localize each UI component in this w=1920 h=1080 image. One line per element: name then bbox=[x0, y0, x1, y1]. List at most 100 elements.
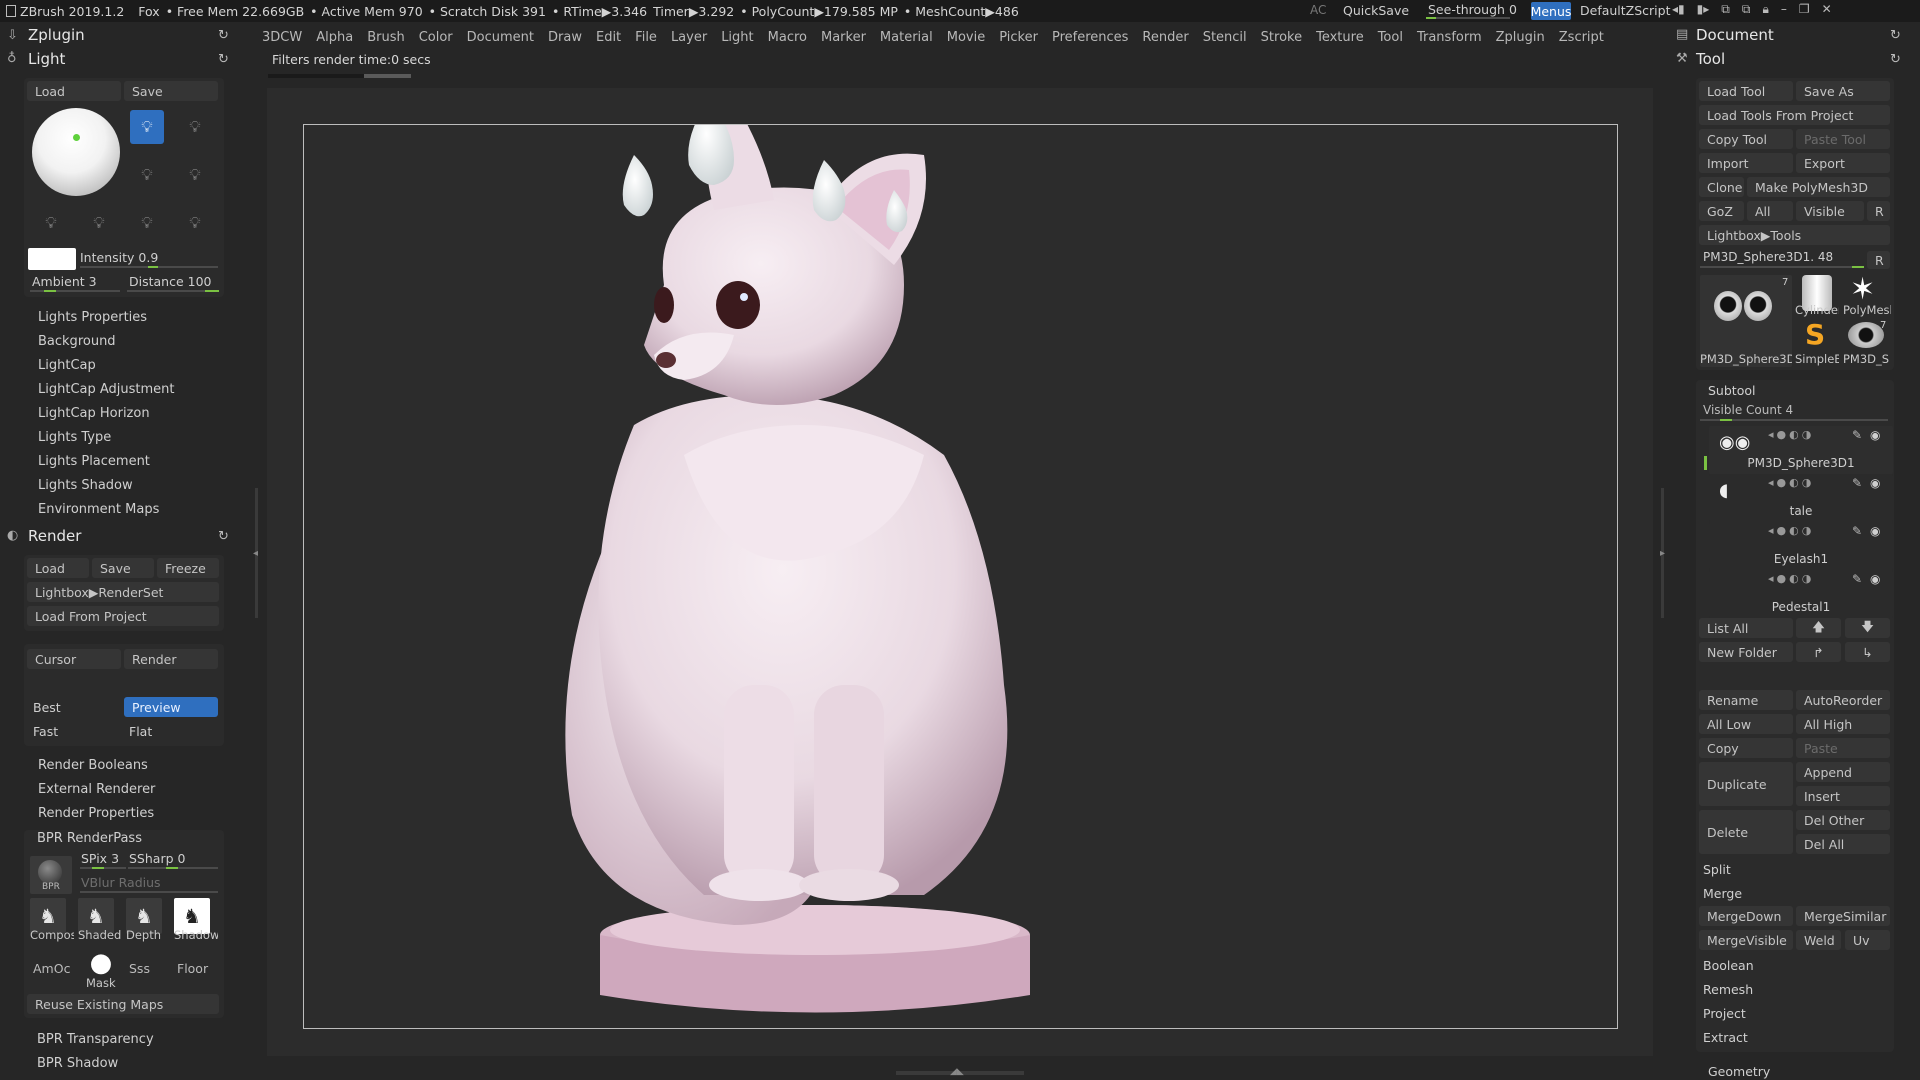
menu-layer[interactable]: Layer bbox=[671, 30, 707, 45]
mask-pass-thumb[interactable]: ● bbox=[84, 946, 118, 980]
render-subpalette-item[interactable]: External Renderer bbox=[38, 782, 155, 797]
spix-slider[interactable]: SPix 3 bbox=[81, 851, 119, 866]
visibility-eye-icon[interactable]: ◉ bbox=[1870, 428, 1880, 442]
copy-button[interactable]: Copy bbox=[1699, 738, 1793, 758]
render-load-button[interactable]: Load bbox=[27, 558, 89, 578]
layout-d-icon[interactable]: ⧉ bbox=[1742, 2, 1751, 20]
render-subpalette-item[interactable]: Render Properties bbox=[38, 806, 154, 821]
document-header[interactable]: Document bbox=[1696, 26, 1774, 44]
light-subpalette-item[interactable]: Background bbox=[38, 334, 116, 349]
boolean-header[interactable]: Boolean bbox=[1703, 958, 1754, 973]
append-button[interactable]: Append bbox=[1796, 762, 1890, 782]
tool-r-button[interactable]: R bbox=[1867, 251, 1890, 269]
mergedown-button[interactable]: MergeDown bbox=[1699, 906, 1793, 926]
geometry-header[interactable]: Geometry bbox=[1708, 1064, 1770, 1079]
zplugin-header[interactable]: Zplugin bbox=[28, 26, 85, 44]
zplugin-refresh-icon[interactable]: ↻ bbox=[218, 28, 229, 43]
lightbox-renderset-button[interactable]: Lightbox▶RenderSet bbox=[27, 582, 219, 602]
light-bulb-icon[interactable]: 💡︎ bbox=[178, 158, 212, 192]
goz-r-button[interactable]: R bbox=[1867, 201, 1890, 221]
extract-header[interactable]: Extract bbox=[1703, 1030, 1748, 1045]
visibility-eye-icon[interactable]: ◉ bbox=[1870, 476, 1880, 490]
layout-c-icon[interactable]: ⧉ bbox=[1721, 2, 1730, 20]
maximize-icon[interactable]: ❐ bbox=[1799, 2, 1810, 20]
ambient-slider[interactable]: Ambient 3 bbox=[32, 274, 97, 289]
tool-header[interactable]: Tool bbox=[1696, 50, 1725, 68]
bpr-renderpass-header[interactable]: BPR RenderPass bbox=[37, 831, 142, 846]
collapse-left-icon[interactable]: ◂ bbox=[253, 548, 258, 559]
menu-material[interactable]: Material bbox=[880, 30, 933, 45]
menu-edit[interactable]: Edit bbox=[596, 30, 621, 45]
render-refresh-icon[interactable]: ↻ bbox=[218, 529, 229, 544]
light-subpalette-item[interactable]: Lights Shadow bbox=[38, 478, 133, 493]
light-subpalette-item[interactable]: Lights Type bbox=[38, 430, 111, 445]
seethrough-slider[interactable]: See-through 0 bbox=[1428, 2, 1517, 17]
render-freeze-button[interactable]: Freeze bbox=[157, 558, 219, 578]
menu-texture[interactable]: Texture bbox=[1316, 30, 1364, 45]
menu-movie[interactable]: Movie bbox=[947, 30, 985, 45]
light-subpalette-item[interactable]: LightCap bbox=[38, 358, 96, 373]
render-subpalette-item[interactable]: Render Booleans bbox=[38, 758, 148, 773]
default-zscript[interactable]: DefaultZScript bbox=[1580, 3, 1671, 18]
menu-light[interactable]: Light bbox=[721, 30, 753, 45]
menu-macro[interactable]: Macro bbox=[768, 30, 807, 45]
intensity-slider[interactable]: Intensity 0.9 bbox=[80, 250, 158, 265]
menu-3dcw[interactable]: 3DCW bbox=[262, 30, 302, 45]
menu-render[interactable]: Render bbox=[1142, 30, 1188, 45]
amoc-pass[interactable]: AmOc bbox=[33, 961, 70, 976]
close-icon[interactable]: ✕ bbox=[1822, 2, 1832, 20]
subtool-toggles-icon[interactable]: ◂●◐◑ bbox=[1768, 524, 1814, 537]
merge-header[interactable]: Merge bbox=[1703, 886, 1742, 901]
load-from-project-button[interactable]: Load From Project bbox=[27, 606, 219, 626]
weld-button[interactable]: Weld bbox=[1796, 930, 1841, 950]
uv-button[interactable]: Uv bbox=[1845, 930, 1890, 950]
render-header[interactable]: Render bbox=[28, 527, 81, 545]
delete-button[interactable]: Delete bbox=[1699, 810, 1793, 854]
subtool-toggles-icon[interactable]: ◂●◐◑ bbox=[1768, 428, 1814, 441]
split-header[interactable]: Split bbox=[1703, 862, 1731, 877]
menu-zscript[interactable]: Zscript bbox=[1559, 30, 1604, 45]
menu-transform[interactable]: Transform bbox=[1417, 30, 1482, 45]
menu-preferences[interactable]: Preferences bbox=[1052, 30, 1128, 45]
mergesimilar-button[interactable]: MergeSimilar bbox=[1796, 906, 1890, 926]
remesh-header[interactable]: Remesh bbox=[1703, 982, 1753, 997]
bpr-transparency-header[interactable]: BPR Transparency bbox=[37, 1032, 154, 1047]
cursor-button[interactable]: Cursor bbox=[27, 649, 121, 669]
document-refresh-icon[interactable]: ↻ bbox=[1890, 28, 1901, 43]
menu-stroke[interactable]: Stroke bbox=[1261, 30, 1302, 45]
bpr-shadow-header[interactable]: BPR Shadow bbox=[37, 1056, 118, 1071]
light-position-dot[interactable] bbox=[73, 134, 80, 141]
light-subpalette-item[interactable]: Environment Maps bbox=[38, 502, 159, 517]
preview-button[interactable]: Preview bbox=[124, 697, 218, 717]
menu-color[interactable]: Color bbox=[419, 30, 453, 45]
goz-visible-button[interactable]: Visible bbox=[1796, 201, 1864, 221]
sss-pass[interactable]: Sss bbox=[129, 961, 150, 976]
menu-draw[interactable]: Draw bbox=[548, 30, 582, 45]
light-save-button[interactable]: Save bbox=[124, 81, 218, 101]
fox-sculpt[interactable] bbox=[304, 85, 1619, 1030]
all-low-button[interactable]: All Low bbox=[1699, 714, 1793, 734]
paste-button[interactable]: Paste bbox=[1796, 738, 1890, 758]
paste-tool-button[interactable]: Paste Tool bbox=[1796, 129, 1890, 149]
load-tools-from-project-button[interactable]: Load Tools From Project bbox=[1699, 105, 1890, 125]
mergevisible-button[interactable]: MergeVisible bbox=[1699, 930, 1793, 950]
light-bulb-icon[interactable]: 💡︎ bbox=[82, 206, 116, 240]
import-button[interactable]: Import bbox=[1699, 153, 1793, 173]
folder-in-icon[interactable]: ↱ bbox=[1796, 642, 1841, 662]
menu-alpha[interactable]: Alpha bbox=[316, 30, 353, 45]
light-bulb-icon[interactable]: 💡︎ bbox=[178, 206, 212, 240]
polypaint-icon[interactable]: ✎ bbox=[1852, 428, 1862, 442]
light-subpalette-item[interactable]: Lights Properties bbox=[38, 310, 147, 325]
polypaint-icon[interactable]: ✎ bbox=[1852, 476, 1862, 490]
best-button[interactable]: Best bbox=[33, 700, 61, 715]
subtool-toggles-icon[interactable]: ◂●◐◑ bbox=[1768, 572, 1814, 585]
light-bulb-icon[interactable]: 💡︎ bbox=[130, 206, 164, 240]
light-subpalette-item[interactable]: LightCap Horizon bbox=[38, 406, 150, 421]
menu-tool[interactable]: Tool bbox=[1378, 30, 1403, 45]
current-tool-slider[interactable]: PM3D_Sphere3D1. 48 bbox=[1703, 250, 1833, 264]
visible-count-slider[interactable]: Visible Count 4 bbox=[1703, 403, 1793, 417]
pm3d-thumb[interactable] bbox=[1848, 322, 1884, 348]
layout-b-icon[interactable]: ▮▸ bbox=[1697, 2, 1710, 20]
goz-all-button[interactable]: All bbox=[1747, 201, 1793, 221]
light-bulb-icon[interactable]: 💡︎ bbox=[34, 206, 68, 240]
